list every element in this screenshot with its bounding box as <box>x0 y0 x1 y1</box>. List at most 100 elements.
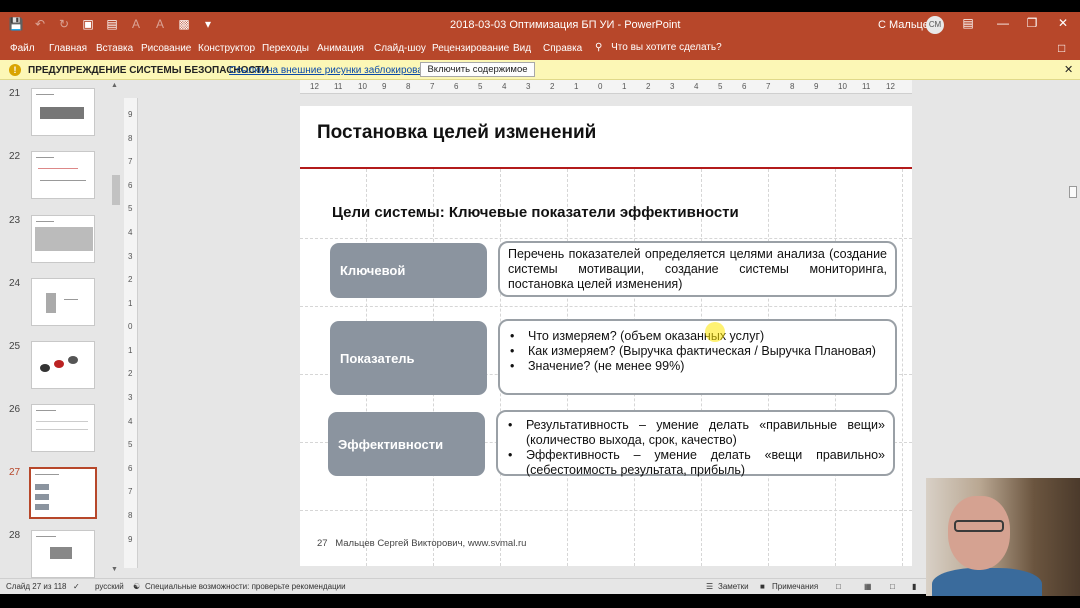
slide-counter: Слайд 27 из 118 <box>6 582 67 591</box>
sorter-view-icon[interactable]: ▦ <box>864 582 872 591</box>
accessibility-icon[interactable]: ☯ <box>133 582 140 591</box>
tab-draw[interactable]: Рисование <box>141 43 191 54</box>
description-box-efficiency[interactable]: Результативность – умение делать «правил… <box>496 410 895 478</box>
horizontal-ruler: 12 11 10 9 8 7 6 5 4 3 2 1 0 1 2 3 4 5 6 7 8 9 10 11 12 <box>300 80 912 94</box>
ruler-label: 10 <box>358 82 367 91</box>
ruler-label: 4 <box>502 82 507 91</box>
label-box-indicator[interactable]: Показатель <box>330 321 487 395</box>
minimize-icon[interactable]: — <box>995 16 1011 30</box>
reading-view-icon[interactable]: □ <box>890 582 895 591</box>
ruler-label: 2 <box>128 369 133 379</box>
slide-thumbnail[interactable] <box>31 215 95 263</box>
ruler-label: 4 <box>128 416 133 426</box>
ruler-label: 7 <box>766 82 771 91</box>
slide-number: 28 <box>9 530 21 541</box>
tab-design[interactable]: Конструктор <box>198 43 255 54</box>
tab-animations[interactable]: Анимация <box>317 43 364 54</box>
slide-thumbnail[interactable] <box>31 341 95 389</box>
font-color-icon[interactable]: A <box>152 16 168 32</box>
customize-icon[interactable]: ▾ <box>200 16 216 32</box>
slide-number: 27 <box>9 467 21 478</box>
ribbon-tabs: Файл Главная Вставка Рисование Конструкт… <box>0 38 1080 60</box>
webcam-overlay <box>926 478 1080 596</box>
label-box-efficiency[interactable]: Эффективности <box>328 412 485 476</box>
present-icon[interactable]: ▣ <box>80 16 96 32</box>
shapes-icon[interactable]: ▩ <box>176 16 192 32</box>
font-size-icon[interactable]: A <box>128 16 144 32</box>
quick-access-toolbar: 💾 ↶ ↻ ▣ ▤ A A ▩ ▾ <box>8 16 216 32</box>
description-box-key[interactable]: Перечень показателей определяется целями… <box>498 241 897 297</box>
slide-thumbnail[interactable] <box>31 278 95 326</box>
comments-icon[interactable]: ■ <box>760 582 765 591</box>
description-box-indicator[interactable]: Что измеряем? (объем оказанных услуг) Ка… <box>498 319 897 395</box>
title-bar: 💾 ↶ ↻ ▣ ▤ A A ▩ ▾ 2018-03-03 Оптимизация… <box>0 12 1080 38</box>
tab-help[interactable]: Справка <box>543 43 582 54</box>
normal-view-icon[interactable]: □ <box>836 582 841 591</box>
ribbon-display-icon[interactable]: ▤ <box>960 16 976 30</box>
notes-button[interactable]: Заметки <box>718 582 749 591</box>
powerpoint-window: 💾 ↶ ↻ ▣ ▤ A A ▩ ▾ 2018-03-03 Оптимизация… <box>0 0 1080 608</box>
slide-thumbnails-pane: 21 22 23 24 25 26 27 28 <box>0 80 110 578</box>
slide-title[interactable]: Постановка целей изменений <box>317 122 596 144</box>
ruler-label: 9 <box>382 82 387 91</box>
slide-thumbnail[interactable] <box>31 404 95 452</box>
slide-thumbnail[interactable] <box>31 151 95 199</box>
slideshow-view-icon[interactable]: ▮ <box>912 582 916 591</box>
ruler-label: 5 <box>478 82 483 91</box>
notes-icon[interactable]: ☰ <box>706 582 713 591</box>
scroll-down-icon[interactable]: ▼ <box>111 566 118 573</box>
tab-insert[interactable]: Вставка <box>96 43 133 54</box>
spellcheck-icon[interactable]: ✓ <box>73 582 80 591</box>
thumbnails-scrollbar[interactable]: ▲ ▼ <box>110 80 122 578</box>
slide-thumbnail[interactable] <box>31 530 95 578</box>
accessibility-status[interactable]: Специальные возможности: проверьте реком… <box>145 582 346 591</box>
close-icon[interactable]: ✕ <box>1064 63 1073 76</box>
ruler-label: 1 <box>128 298 133 308</box>
bullet-item: Эффективность – умение делать «вещи прав… <box>506 448 885 478</box>
bullet-item: Результативность – умение делать «правил… <box>506 418 885 448</box>
tell-me-search[interactable]: ⚲ Что вы хотите сделать? <box>595 42 722 53</box>
close-icon[interactable]: ✕ <box>1055 16 1071 30</box>
bullet-item: Как измеряем? (Выручка фактическая / Выр… <box>508 344 887 359</box>
label-box-key[interactable]: Ключевой <box>330 243 487 298</box>
warning-link[interactable]: Ссылки на внешние рисунки заблокированы <box>229 65 436 76</box>
slide-number: 24 <box>9 278 21 289</box>
ruler-label: 7 <box>128 487 133 497</box>
footer-text: Мальцев Сергей Викторович, www.svmal.ru <box>335 538 527 549</box>
scroll-thumb[interactable] <box>1069 186 1077 198</box>
presenter-head <box>948 496 1010 570</box>
enable-content-button[interactable]: Включить содержимое <box>420 62 535 77</box>
tab-file[interactable]: Файл <box>10 43 35 54</box>
warning-icon: ! <box>9 64 21 76</box>
ruler-label: 7 <box>430 82 435 91</box>
tab-review[interactable]: Рецензирование <box>432 43 509 54</box>
language-indicator[interactable]: русский <box>95 582 124 591</box>
ruler-label: 0 <box>128 322 133 332</box>
undo-icon[interactable]: ↶ <box>32 16 48 32</box>
slide-canvas[interactable]: Постановка целей изменений Цели системы:… <box>300 106 912 566</box>
slide-subtitle[interactable]: Цели системы: Ключевые показатели эффект… <box>332 204 739 221</box>
ruler-label: 9 <box>128 534 133 544</box>
comments-icon[interactable]: □ <box>1058 41 1065 55</box>
scroll-thumb[interactable] <box>112 175 120 205</box>
redo-icon[interactable]: ↻ <box>56 16 72 32</box>
scroll-up-icon[interactable]: ▲ <box>111 82 118 89</box>
save-icon[interactable]: 💾 <box>8 16 24 32</box>
restore-icon[interactable]: ❐ <box>1024 16 1040 30</box>
ruler-label: 8 <box>128 511 133 521</box>
tab-home[interactable]: Главная <box>49 43 87 54</box>
ruler-label: 12 <box>310 82 319 91</box>
slideshow-icon[interactable]: ▤ <box>104 16 120 32</box>
ruler-label: 9 <box>814 82 819 91</box>
tab-slideshow[interactable]: Слайд-шоу <box>374 43 426 54</box>
tab-transitions[interactable]: Переходы <box>262 43 309 54</box>
tab-view[interactable]: Вид <box>513 43 531 54</box>
ruler-label: 8 <box>128 133 133 143</box>
bottom-black-band <box>0 594 1080 608</box>
slide-thumbnail[interactable] <box>31 88 95 136</box>
footer-number: 27 <box>317 538 328 549</box>
comments-button[interactable]: Примечания <box>772 582 818 591</box>
slide-number: 21 <box>9 88 21 99</box>
avatar[interactable]: СМ <box>926 16 944 34</box>
slide-thumbnail-active[interactable] <box>29 467 97 519</box>
